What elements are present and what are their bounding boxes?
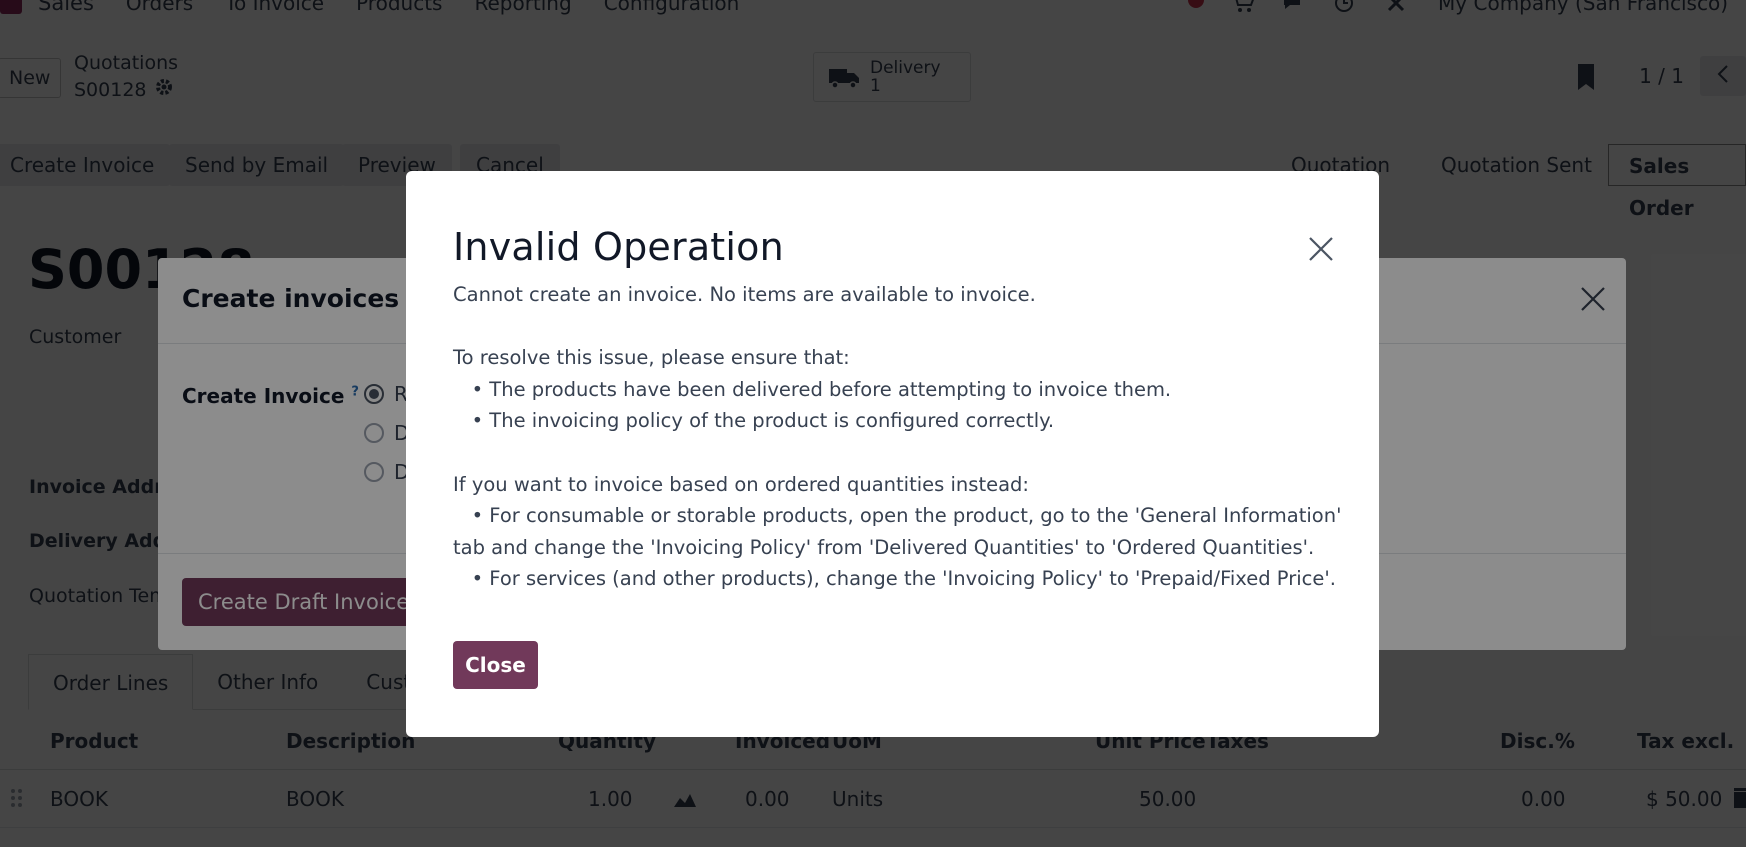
invalid-operation-dialog: Invalid Operation Cannot create an invoi… (406, 171, 1379, 737)
close-icon[interactable] (1307, 235, 1335, 263)
close-button[interactable]: Close (453, 641, 538, 689)
error-dialog-message: Cannot create an invoice. No items are a… (453, 283, 1342, 591)
error-dialog-title: Invalid Operation (453, 225, 784, 269)
